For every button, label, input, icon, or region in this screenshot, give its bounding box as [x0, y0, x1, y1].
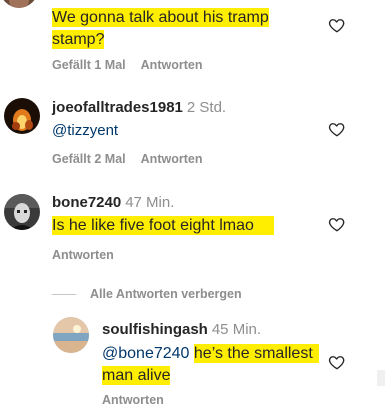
heart-outline-icon[interactable] — [328, 353, 346, 371]
hide-replies-label: Alle Antworten verbergen — [90, 287, 242, 301]
username[interactable]: joeofalltrades1981 — [52, 99, 183, 116]
avatar[interactable] — [53, 317, 89, 353]
timestamp[interactable]: 45 Min. — [212, 321, 261, 338]
avatar[interactable] — [0, 0, 38, 8]
reply-button[interactable]: Antworten — [141, 58, 203, 72]
comment-body: Is he like five foot eight lmao — [52, 216, 274, 235]
scrollbar[interactable] — [377, 370, 385, 386]
timestamp[interactable]: 2 Std. — [187, 99, 226, 116]
heart-outline-icon[interactable] — [328, 215, 346, 233]
reply-button[interactable]: Antworten — [141, 152, 203, 166]
mention-link[interactable]: @tizzyent — [52, 122, 118, 139]
comment-text: Is he like five foot eight lmao — [52, 216, 274, 236]
avatar[interactable] — [4, 98, 40, 134]
comment-meta: Antworten — [102, 393, 176, 407]
username[interactable]: bone7240 — [52, 194, 121, 211]
comment-header: joeofalltrades1981 2 Std. — [52, 99, 226, 117]
comment-meta: Gefällt 1 Mal Antworten — [52, 58, 214, 72]
comment-meta: Gefällt 2 Mal Antworten — [52, 152, 214, 166]
comment-text: @bone7240 he’s the smallest man alive — [102, 343, 342, 387]
comment-text: @tizzyent — [52, 121, 118, 141]
reply-button[interactable]: Antworten — [102, 393, 164, 407]
heart-outline-icon[interactable] — [328, 120, 346, 138]
comment-body: man alive — [102, 366, 171, 385]
comment-meta: Antworten — [52, 248, 126, 262]
comment-body: he’s the smallest — [193, 344, 319, 363]
timestamp[interactable]: 47 Min. — [125, 194, 174, 211]
avatar[interactable] — [4, 194, 40, 230]
reply-button[interactable]: Antworten — [52, 248, 114, 262]
username[interactable]: soulfishingash — [102, 321, 208, 338]
divider — [52, 294, 76, 296]
mention-link[interactable]: @bone7240 — [102, 345, 189, 362]
heart-outline-icon[interactable] — [328, 16, 346, 34]
comment-text: We gonna talk about his tramp stamp? — [52, 7, 292, 51]
hide-replies-button[interactable]: Alle Antworten verbergen — [52, 287, 254, 301]
likes-count[interactable]: Gefällt 2 Mal — [52, 152, 126, 166]
comment-header: soulfishingash 45 Min. — [102, 321, 261, 339]
comment-header: bone7240 47 Min. — [52, 194, 174, 212]
comment-body: We gonna talk about his tramp stamp? — [52, 8, 269, 49]
likes-count[interactable]: Gefällt 1 Mal — [52, 58, 126, 72]
